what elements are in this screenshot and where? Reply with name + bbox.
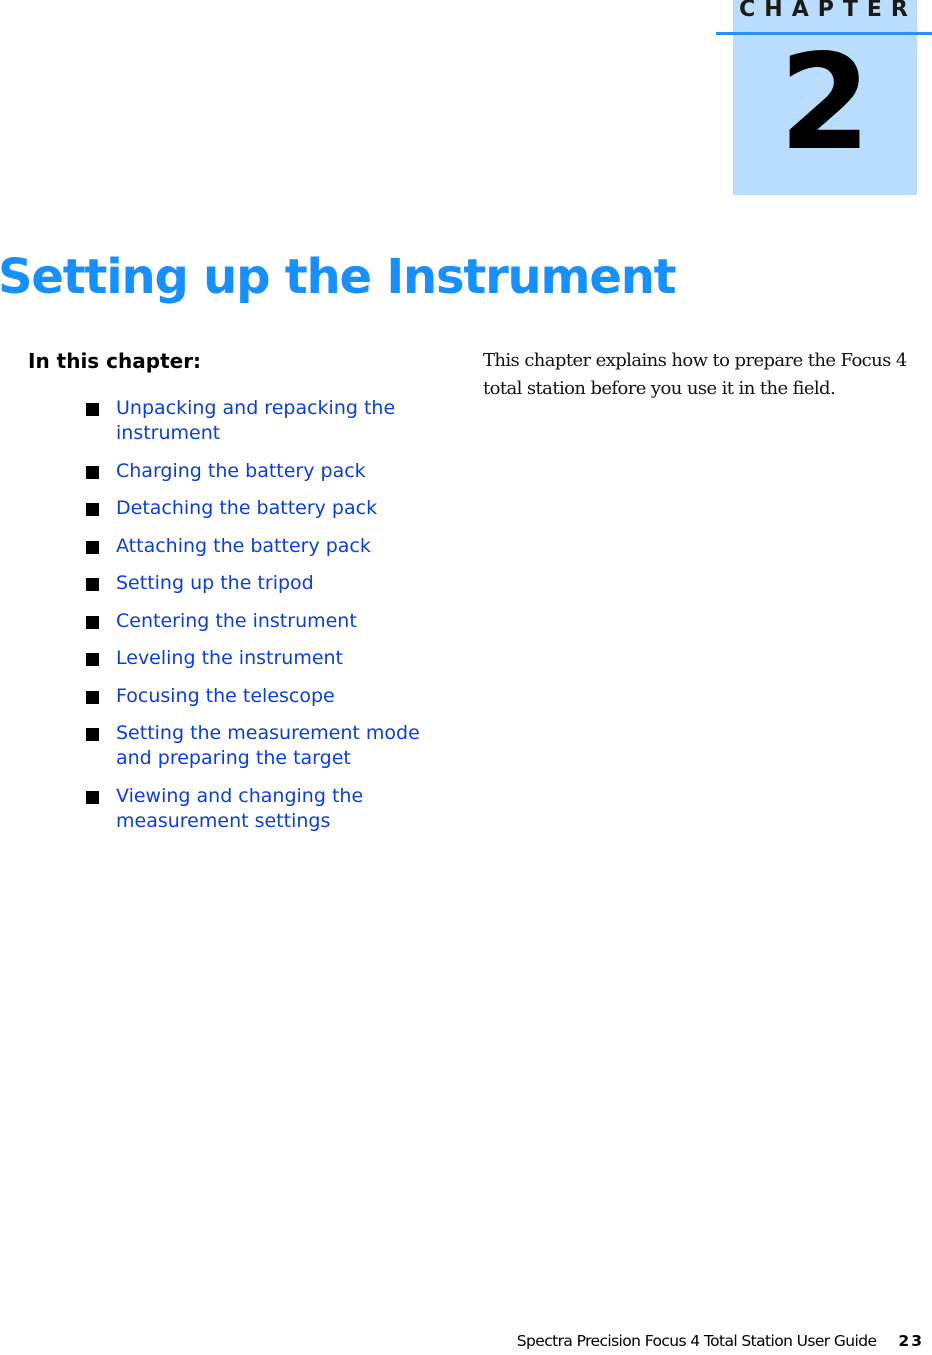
square-bullet-icon (86, 540, 99, 554)
square-bullet-icon (86, 653, 99, 666)
square-bullet-icon (86, 690, 99, 704)
page-footer: Spectra Precision Focus 4 Total Station … (517, 1332, 924, 1350)
topic-link[interactable]: Detaching the battery pack (116, 496, 436, 521)
topic-link[interactable]: Setting the measurement mode and prepari… (116, 721, 436, 771)
chapter-label: CHAPTER (739, 0, 917, 22)
page-number: 23 (898, 1332, 924, 1350)
topic-link[interactable]: Setting up the tripod (116, 571, 436, 596)
list-item: Attaching the battery pack (86, 534, 446, 559)
topic-link[interactable]: Charging the battery pack (116, 459, 436, 484)
list-item: Charging the battery pack (86, 459, 446, 484)
square-bullet-icon (86, 403, 99, 416)
list-item: Viewing and changing the measurement set… (86, 784, 446, 834)
square-bullet-icon (86, 728, 99, 741)
topic-link[interactable]: Centering the instrument (116, 609, 436, 634)
page-title: Setting up the Instrument (0, 249, 677, 305)
square-bullet-icon (86, 465, 99, 479)
square-bullet-icon (86, 615, 99, 629)
topic-link[interactable]: Leveling the instrument (116, 646, 436, 671)
topic-link[interactable]: Unpacking and repacking the instrument (116, 396, 436, 446)
list-item: Centering the instrument (86, 609, 446, 634)
topic-link[interactable]: Viewing and changing the measurement set… (116, 784, 436, 834)
intro-paragraph: This chapter explains how to prepare the… (483, 350, 907, 399)
square-bullet-icon (86, 578, 99, 591)
list-item: Unpacking and repacking the instrument (86, 396, 446, 446)
list-item: Leveling the instrument (86, 646, 446, 671)
in-this-chapter-heading: In this chapter: (28, 349, 202, 373)
footer-guide-title: Spectra Precision Focus 4 Total Station … (516, 1332, 877, 1350)
list-item: Setting the measurement mode and prepari… (86, 721, 446, 771)
topic-link[interactable]: Focusing the telescope (116, 684, 436, 709)
list-item: Setting up the tripod (86, 571, 446, 596)
chapter-topic-list: Unpacking and repacking the instrument C… (86, 396, 446, 846)
square-bullet-icon (86, 790, 99, 804)
list-item: Focusing the telescope (86, 684, 446, 709)
list-item: Detaching the battery pack (86, 496, 446, 521)
square-bullet-icon (86, 503, 99, 516)
chapter-number: 2 (779, 26, 871, 180)
topic-link[interactable]: Attaching the battery pack (116, 534, 436, 559)
